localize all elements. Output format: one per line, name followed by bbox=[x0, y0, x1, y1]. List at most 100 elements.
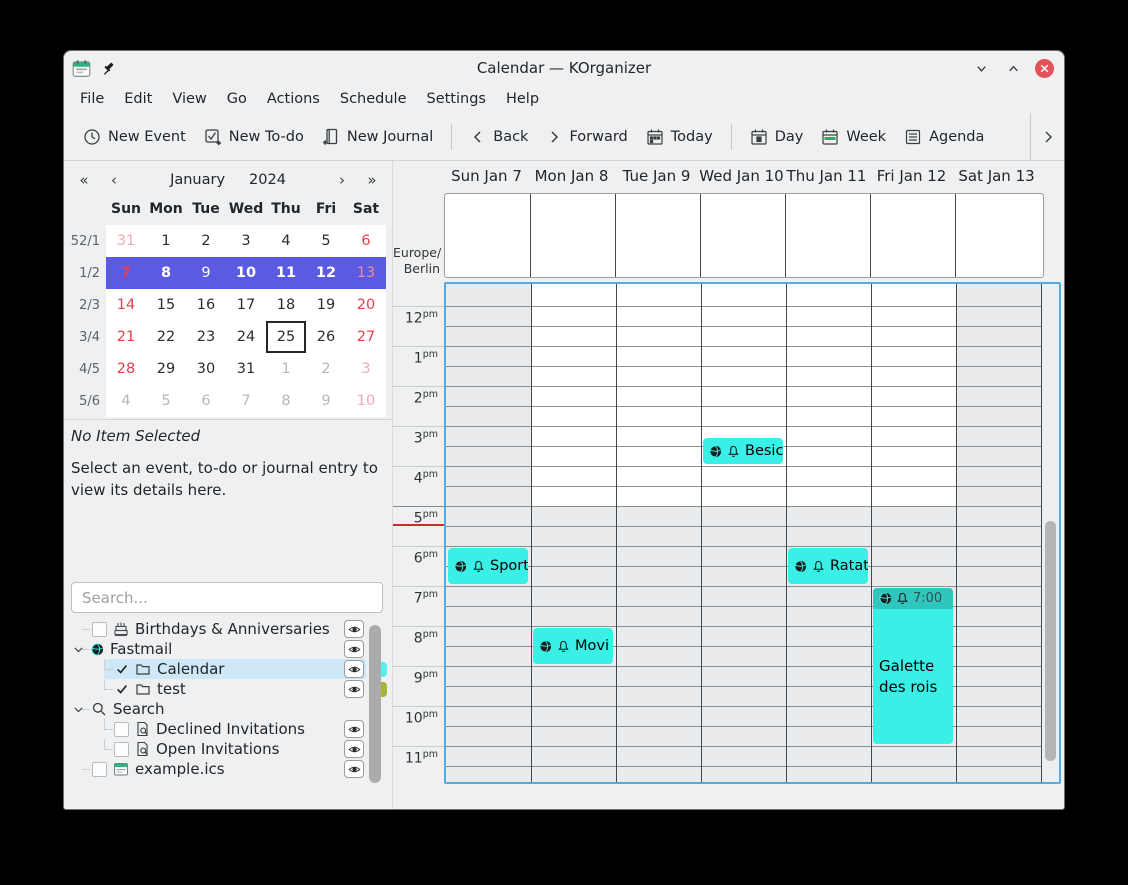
event-movi[interactable]: Movi bbox=[533, 628, 613, 664]
menu-actions[interactable]: Actions bbox=[257, 88, 330, 110]
calendar-label[interactable]: Open Invitations bbox=[156, 740, 279, 758]
calendar-label[interactable]: test bbox=[157, 680, 186, 698]
new-event-button[interactable]: New Event bbox=[74, 121, 195, 153]
calendar-label[interactable]: Declined Invitations bbox=[156, 720, 305, 738]
mini-calendar-day-cell[interactable]: 26 bbox=[306, 321, 346, 353]
week-number[interactable]: 52/1 bbox=[64, 234, 106, 249]
calendar-label[interactable]: example.ics bbox=[135, 760, 225, 778]
next-year-button[interactable]: » bbox=[357, 171, 387, 189]
visibility-eye-icon[interactable] bbox=[344, 620, 364, 638]
today-button[interactable]: Today bbox=[637, 121, 722, 153]
calendar-list-item-open-invitations[interactable]: Open Invitations bbox=[64, 739, 392, 759]
week-number[interactable]: 1/2 bbox=[64, 266, 106, 281]
mini-calendar-day-cell[interactable]: 18 bbox=[266, 289, 306, 321]
close-button[interactable] bbox=[1035, 59, 1054, 78]
mini-calendar-day-cell[interactable]: 4 bbox=[106, 385, 146, 417]
visibility-eye-icon[interactable] bbox=[344, 680, 364, 698]
mini-calendar-day-cell[interactable]: 4 bbox=[266, 225, 306, 257]
day-button[interactable]: Day bbox=[741, 121, 813, 153]
previous-month-button[interactable]: ‹ bbox=[99, 171, 129, 189]
mini-calendar-day-cell[interactable]: 16 bbox=[186, 289, 226, 321]
calendar-label[interactable]: Birthdays & Anniversaries bbox=[135, 620, 330, 638]
checkbox-unchecked[interactable] bbox=[92, 762, 107, 777]
mini-calendar-day-cell[interactable]: 6 bbox=[186, 385, 226, 417]
mini-calendar-day-cell[interactable]: 20 bbox=[346, 289, 386, 321]
mini-calendar-day-cell[interactable]: 10 bbox=[346, 385, 386, 417]
agenda-scrollbar-thumb[interactable] bbox=[1045, 521, 1056, 761]
calendar-label[interactable]: Search bbox=[113, 700, 165, 718]
new-to-do-button[interactable]: New To-do bbox=[195, 121, 313, 153]
visibility-eye-icon[interactable] bbox=[344, 640, 364, 658]
mini-calendar-day-cell[interactable]: 24 bbox=[226, 321, 266, 353]
toolbar-overflow-button[interactable] bbox=[1030, 113, 1064, 160]
mini-calendar-day-cell[interactable]: 15 bbox=[146, 289, 186, 321]
chevron-down-icon[interactable] bbox=[72, 643, 85, 656]
calendar-list-item-test[interactable]: test bbox=[64, 679, 392, 699]
mini-calendar-day-cell[interactable]: 21 bbox=[106, 321, 146, 353]
mini-calendar-day-cell[interactable]: 31 bbox=[106, 225, 146, 257]
event-sport[interactable]: Sport bbox=[448, 548, 528, 584]
mini-calendar-day-cell[interactable]: 5 bbox=[306, 225, 346, 257]
next-month-button[interactable]: › bbox=[327, 171, 357, 189]
mini-calendar-day-cell[interactable]: 23 bbox=[186, 321, 226, 353]
mini-calendar-day-cell[interactable]: 29 bbox=[146, 353, 186, 385]
day-header[interactable]: Thu Jan 11 bbox=[784, 165, 869, 185]
previous-year-button[interactable]: « bbox=[69, 171, 99, 189]
calendar-label[interactable]: Fastmail bbox=[110, 640, 172, 658]
week-number[interactable]: 3/4 bbox=[64, 330, 106, 345]
agenda-button[interactable]: Agenda bbox=[895, 121, 993, 153]
mini-calendar-day-cell[interactable]: 7 bbox=[106, 257, 146, 289]
mini-calendar-day-cell[interactable]: 1 bbox=[266, 353, 306, 385]
mini-calendar-day-cell[interactable]: 28 bbox=[106, 353, 146, 385]
menu-settings[interactable]: Settings bbox=[417, 88, 496, 110]
mini-calendar-day-cell[interactable]: 7 bbox=[226, 385, 266, 417]
calendar-list-item-calendar[interactable]: Calendar bbox=[64, 659, 392, 679]
chevron-down-icon[interactable] bbox=[72, 703, 85, 716]
event-besic[interactable]: Besic bbox=[703, 438, 783, 464]
title-bar[interactable]: Calendar — KOrganizer bbox=[64, 51, 1064, 85]
checkbox-checked[interactable] bbox=[114, 662, 129, 677]
week-number[interactable]: 2/3 bbox=[64, 298, 106, 313]
back-button[interactable]: Back bbox=[461, 122, 537, 152]
menu-go[interactable]: Go bbox=[217, 88, 257, 110]
day-header[interactable]: Sun Jan 7 bbox=[444, 165, 529, 185]
calendar-list-scrollbar[interactable] bbox=[369, 625, 381, 783]
year-button[interactable]: 2024 bbox=[237, 172, 298, 188]
mini-calendar-day-cell[interactable]: 6 bbox=[346, 225, 386, 257]
mini-calendar-day-cell[interactable]: 9 bbox=[306, 385, 346, 417]
day-header[interactable]: Wed Jan 10 bbox=[699, 165, 784, 185]
checkbox-unchecked[interactable] bbox=[114, 742, 129, 757]
calendar-list-item-birthdays-anniversaries[interactable]: Birthdays & Anniversaries bbox=[64, 619, 392, 639]
mini-calendar-day-cell[interactable]: 2 bbox=[186, 225, 226, 257]
calendar-list-item-declined-invitations[interactable]: Declined Invitations bbox=[64, 719, 392, 739]
mini-calendar-day-cell[interactable]: 8 bbox=[146, 257, 186, 289]
calendar-list-item-fastmail[interactable]: Fastmail bbox=[64, 639, 392, 659]
calendar-label[interactable]: Calendar bbox=[157, 660, 224, 678]
event-galette-des-rois[interactable]: 7:00Galette des rois bbox=[873, 588, 953, 744]
day-header[interactable]: Tue Jan 9 bbox=[614, 165, 699, 185]
menu-edit[interactable]: Edit bbox=[114, 88, 162, 110]
mini-calendar-day-cell[interactable]: 1 bbox=[146, 225, 186, 257]
mini-calendar-day-cell[interactable]: 17 bbox=[226, 289, 266, 321]
event-ratat[interactable]: Ratat bbox=[788, 548, 868, 584]
visibility-eye-icon[interactable] bbox=[344, 660, 364, 678]
menu-help[interactable]: Help bbox=[496, 88, 549, 110]
mini-calendar-day-cell[interactable]: 22 bbox=[146, 321, 186, 353]
mini-calendar-day-cell[interactable]: 3 bbox=[226, 225, 266, 257]
all-day-area[interactable] bbox=[444, 193, 1044, 278]
week-number[interactable]: 4/5 bbox=[64, 362, 106, 377]
day-header[interactable]: Fri Jan 12 bbox=[869, 165, 954, 185]
mini-calendar-day-cell[interactable]: 10 bbox=[226, 257, 266, 289]
menu-view[interactable]: View bbox=[162, 88, 216, 110]
week-button[interactable]: Week bbox=[812, 121, 895, 153]
mini-calendar-day-cell[interactable]: 11 bbox=[266, 257, 306, 289]
day-header[interactable]: Sat Jan 13 bbox=[954, 165, 1039, 185]
checkbox-unchecked[interactable] bbox=[114, 722, 129, 737]
week-number[interactable]: 5/6 bbox=[64, 394, 106, 409]
mini-calendar-day-cell[interactable]: 27 bbox=[346, 321, 386, 353]
mini-calendar-day-cell[interactable]: 12 bbox=[306, 257, 346, 289]
minimize-button[interactable] bbox=[971, 58, 991, 78]
mini-calendar-today-cell[interactable]: 25 bbox=[266, 321, 306, 353]
mini-calendar-day-cell[interactable]: 13 bbox=[346, 257, 386, 289]
mini-calendar-day-cell[interactable]: 19 bbox=[306, 289, 346, 321]
